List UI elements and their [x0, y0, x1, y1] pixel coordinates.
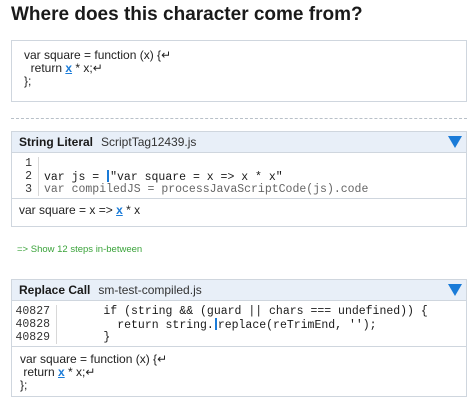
result-line: };: [20, 379, 458, 392]
line-number: 1: [12, 157, 39, 170]
step-header[interactable]: String Literal ScriptTag12439.js: [12, 132, 466, 153]
triangle-down-icon[interactable]: [448, 284, 462, 296]
result-line: return x * x;↵: [20, 366, 458, 379]
code-text: }: [62, 331, 111, 344]
result-text: return: [20, 365, 59, 379]
cursor-marker: [214, 318, 217, 330]
highlighted-character[interactable]: x: [116, 203, 123, 217]
code-line: 40829 }: [12, 331, 466, 344]
step-type-label: Replace Call: [19, 283, 91, 297]
snippet-text: return: [24, 61, 66, 75]
line-number: 40829: [12, 331, 57, 344]
snippet-text: };: [24, 74, 32, 88]
step-file-link[interactable]: sm-test-compiled.js: [98, 283, 201, 297]
step-file-link[interactable]: ScriptTag12439.js: [101, 135, 196, 149]
code-line: 3 var compiledJS = processJavaScriptCode(…: [12, 183, 466, 196]
code-text: if (string && (guard || chars === undefi…: [62, 305, 428, 318]
step-type-label: String Literal: [19, 135, 94, 149]
code-text: replace(reTrimEnd, '');: [217, 319, 377, 332]
origin-snippet: var square = function (x) {↵ return x * …: [12, 41, 466, 96]
code-line: 2 var js = "var square = x => x * x": [12, 170, 466, 184]
code-text: var compiledJS = processJavaScriptCode(j…: [44, 183, 369, 196]
snippet-text: * x;↵: [72, 61, 103, 75]
snippet-line: };: [24, 75, 454, 88]
triangle-down-icon[interactable]: [448, 136, 462, 148]
result-text: var square = x =>: [19, 203, 117, 217]
snippet-text: var square = function (x) {↵: [24, 48, 172, 62]
line-number: 2: [12, 170, 39, 183]
code-line: 40828 return string. replace(reTrimEnd, '…: [12, 318, 466, 332]
line-number: 40828: [12, 318, 57, 331]
step-result: var square = x => x * x: [12, 199, 466, 222]
code-excerpt: 1 2 var js = "var square = x => x * x" 3v…: [12, 153, 466, 199]
line-number: 40827: [12, 305, 57, 318]
snippet-line: return x * x;↵: [24, 62, 454, 75]
result-text: var square = function (x) {↵: [20, 352, 168, 366]
result-text: * x: [122, 203, 141, 217]
step-header[interactable]: Replace Call sm-test-compiled.js: [12, 280, 466, 301]
line-number: 3: [12, 183, 39, 196]
page-title: Where does this character come from?: [11, 4, 363, 25]
cursor-marker: [107, 170, 110, 182]
dashed-divider: [11, 118, 467, 119]
origin-snippet-card: var square = function (x) {↵ return x * …: [11, 40, 467, 102]
code-excerpt: 40827 if (string && (guard || chars === …: [12, 301, 466, 347]
step-card-replace-call: Replace Call sm-test-compiled.js 40827 i…: [11, 279, 467, 397]
result-text: };: [20, 378, 28, 392]
result-text: * x;↵: [64, 365, 96, 379]
code-line: 1: [12, 157, 466, 170]
highlighted-character[interactable]: x: [58, 365, 65, 379]
step-card-string-literal: String Literal ScriptTag12439.js 1 2 var …: [11, 131, 467, 227]
show-steps-link[interactable]: => Show 12 steps in-between: [17, 244, 142, 255]
step-result: var square = function (x) {↵ return x * …: [12, 347, 466, 398]
code-line: 40827 if (string && (guard || chars === …: [12, 305, 466, 318]
